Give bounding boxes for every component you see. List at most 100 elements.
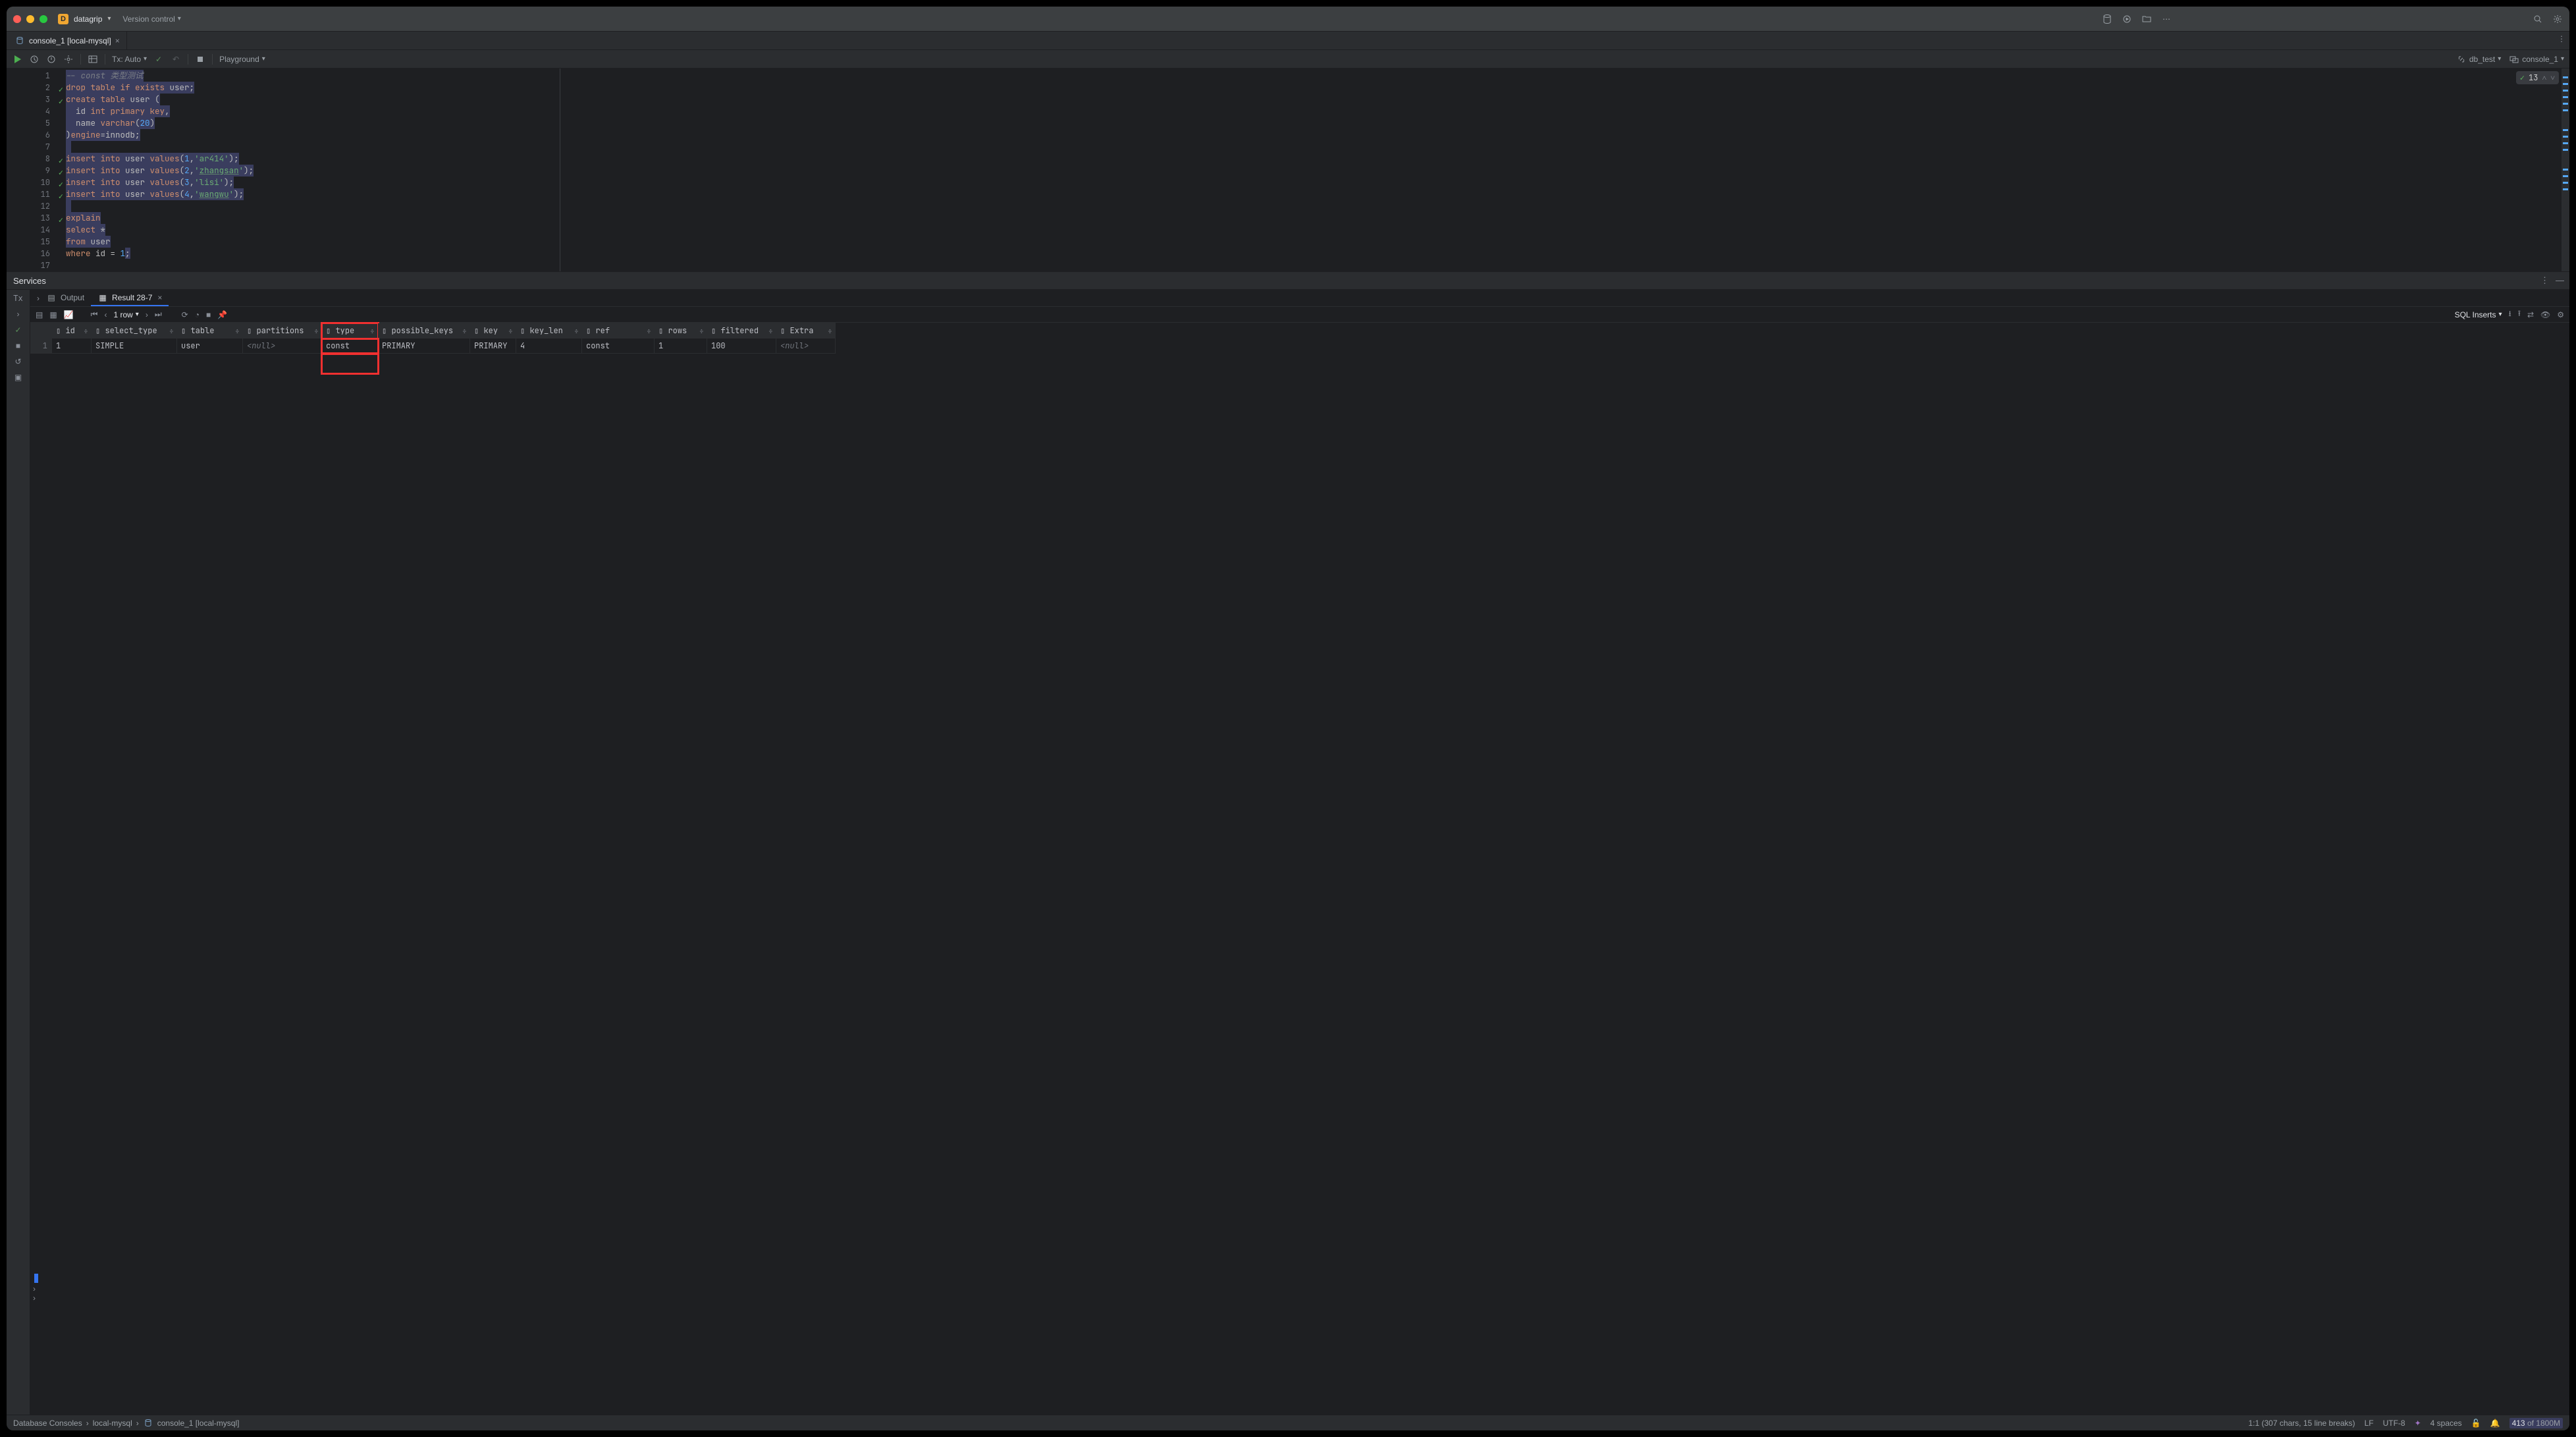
row-count-dropdown[interactable]: 1 row ▾ — [113, 310, 138, 319]
chevron-right-icon[interactable]: › — [17, 310, 20, 319]
col-table[interactable]: ▯ table÷ — [177, 323, 243, 339]
settings-icon[interactable] — [63, 54, 74, 65]
folder-icon[interactable] — [2141, 14, 2152, 24]
chevron-down-icon[interactable]: ˅ — [2550, 72, 2555, 83]
last-page-icon[interactable]: ⏭ — [155, 310, 162, 319]
refresh-icon[interactable]: ⟳ — [182, 310, 188, 319]
prev-page-icon[interactable]: ‹ — [104, 310, 107, 319]
run-target-icon[interactable] — [2122, 14, 2132, 24]
database-icon[interactable] — [2102, 14, 2112, 24]
next-page-icon[interactable]: › — [146, 310, 148, 319]
col-key[interactable]: ▯ key÷ — [470, 323, 516, 339]
col-rows[interactable]: ▯ rows÷ — [655, 323, 707, 339]
list-view-icon[interactable]: ▤ — [36, 310, 43, 319]
tab-more-icon[interactable]: ⋮ — [2558, 34, 2565, 43]
check-icon: ✓ — [2520, 72, 2525, 83]
compare-icon[interactable]: ⇄ — [2527, 310, 2534, 319]
rollback-icon[interactable]: ↶ — [171, 54, 181, 65]
run-button[interactable] — [12, 54, 22, 65]
gear-icon[interactable]: ⚙ — [2557, 310, 2564, 319]
close-icon[interactable]: × — [115, 36, 120, 45]
history-icon[interactable] — [29, 54, 40, 65]
col-ref[interactable]: ▯ ref÷ — [582, 323, 655, 339]
stop-icon[interactable]: ■ — [206, 310, 211, 319]
stop-square-icon[interactable]: ■ — [16, 341, 20, 350]
playground-dropdown[interactable]: Playground▾ — [219, 55, 265, 64]
chart-icon[interactable]: 📈 — [64, 310, 74, 319]
minimize-window[interactable] — [26, 15, 34, 23]
breadcrumb[interactable]: Database Consoles › local-mysql › consol… — [13, 1418, 239, 1428]
lock-icon[interactable]: 🔓 — [2471, 1419, 2481, 1428]
col-partitions[interactable]: ▯ partitions÷ — [243, 323, 322, 339]
vc-label: Version control — [122, 14, 174, 24]
session-dropdown[interactable]: console_1▾ — [2509, 54, 2564, 65]
indent[interactable]: 4 spaces — [2430, 1419, 2462, 1428]
tx-mode-dropdown[interactable]: Tx: Auto▾ — [112, 55, 147, 64]
gear-icon[interactable] — [2552, 14, 2563, 24]
col-id[interactable]: ▯ id÷ — [52, 323, 92, 339]
services-title: Services — [13, 276, 46, 286]
session-icon — [2509, 54, 2519, 65]
explain-icon[interactable] — [46, 54, 57, 65]
pin-icon[interactable]: 📌 — [217, 310, 227, 319]
project-name[interactable]: datagrip — [74, 14, 102, 24]
more-icon[interactable]: ⋮ — [2540, 275, 2549, 286]
encoding[interactable]: UTF-8 — [2383, 1419, 2405, 1428]
download-icon[interactable]: ⭳ — [2509, 308, 2511, 321]
project-badge: D — [58, 14, 68, 24]
maximize-window[interactable] — [40, 15, 47, 23]
stopwatch-icon[interactable]: ◔ — [195, 310, 200, 319]
table-view-icon[interactable] — [88, 54, 98, 65]
close-icon[interactable]: × — [157, 293, 162, 302]
chevron-right-icon: › — [136, 1419, 139, 1428]
editor-toolbar: Tx: Auto▾ ✓ ↶ Playground▾ db_test▾ conso… — [7, 50, 2569, 68]
stop-icon[interactable] — [195, 54, 205, 65]
tab-console-1[interactable]: console_1 [local-mysql] × — [8, 32, 127, 49]
search-icon[interactable] — [2533, 14, 2543, 24]
editor[interactable]: 1 2✓ 3✓ 4 5 6 7 8✓ 9✓ 10✓ 11✓ 12 13✓ 14 … — [7, 68, 2569, 271]
result-grid[interactable]: ▯ id÷ ▯ select_type÷ ▯ table÷ ▯ partitio… — [30, 323, 2569, 373]
close-window[interactable] — [13, 15, 21, 23]
chevron-down-icon: ▾ — [178, 15, 181, 22]
bell-icon[interactable]: 🔔 — [2490, 1419, 2500, 1428]
col-filtered[interactable]: ▯ filtered÷ — [707, 323, 776, 339]
chevron-down-icon[interactable]: ▾ — [107, 15, 111, 22]
code-content[interactable]: -- const 类型测试 drop table if exists user;… — [66, 68, 2569, 271]
chevron-right-icon: › — [86, 1419, 89, 1428]
eye-icon[interactable]: 👁 — [2540, 310, 2550, 319]
caret-position[interactable]: 1:1 (307 chars, 15 line breaks) — [2248, 1419, 2355, 1428]
layout-icon[interactable]: ▣ — [14, 373, 22, 382]
chevron-up-icon[interactable]: ˄ — [2542, 72, 2546, 83]
schema-dropdown[interactable]: db_test▾ — [2456, 54, 2501, 65]
commit-icon[interactable]: ✓ — [153, 54, 164, 65]
col-possible-keys[interactable]: ▯ possible_keys÷ — [378, 323, 470, 339]
col-select-type[interactable]: ▯ select_type÷ — [92, 323, 177, 339]
rollback-icon[interactable]: ↺ — [14, 357, 21, 366]
error-stripe[interactable] — [2562, 68, 2569, 271]
upload-icon[interactable]: ⭱ — [2518, 308, 2521, 321]
ai-icon[interactable]: ✦ — [2415, 1419, 2421, 1428]
minimize-icon[interactable]: — — [2556, 275, 2564, 286]
expand-chevrons[interactable]: ›› — [33, 1284, 36, 1303]
services-panel-header: Services ⋮ — — [7, 271, 2569, 290]
check-icon[interactable]: ✓ — [14, 325, 21, 335]
inspection-badge[interactable]: ✓ 13 ˄ ˅ — [2516, 71, 2559, 84]
col-extra[interactable]: ▯ Extra÷ — [776, 323, 836, 339]
grid-view-icon[interactable]: ▦ — [49, 310, 57, 319]
first-page-icon[interactable]: ⏮ — [91, 310, 98, 319]
table-header-row: ▯ id÷ ▯ select_type÷ ▯ table÷ ▯ partitio… — [31, 323, 2570, 339]
tx-icon[interactable]: Tx — [13, 294, 22, 303]
tab-result[interactable]: ▦ Result 28-7 × — [91, 290, 169, 306]
memory-indicator[interactable]: 413 of 1800M — [2509, 1418, 2563, 1428]
col-key-len[interactable]: ▯ key_len÷ — [516, 323, 582, 339]
corner-cell — [31, 323, 52, 339]
line-number: 1 — [7, 70, 54, 82]
table-row[interactable]: 1 1 SIMPLE user <null> const PRIMARY PRI… — [31, 339, 2570, 354]
version-control-menu[interactable]: Version control ▾ — [122, 14, 180, 24]
titlebar: D datagrip ▾ Version control ▾ ⋯ — [7, 7, 2569, 32]
tab-output[interactable]: ▤ Output — [40, 290, 91, 306]
export-format-dropdown[interactable]: SQL Inserts ▾ — [2455, 310, 2502, 319]
col-type[interactable]: ▯ type÷ — [322, 323, 378, 339]
more-icon[interactable]: ⋯ — [2161, 14, 2172, 24]
line-separator[interactable]: LF — [2365, 1419, 2374, 1428]
